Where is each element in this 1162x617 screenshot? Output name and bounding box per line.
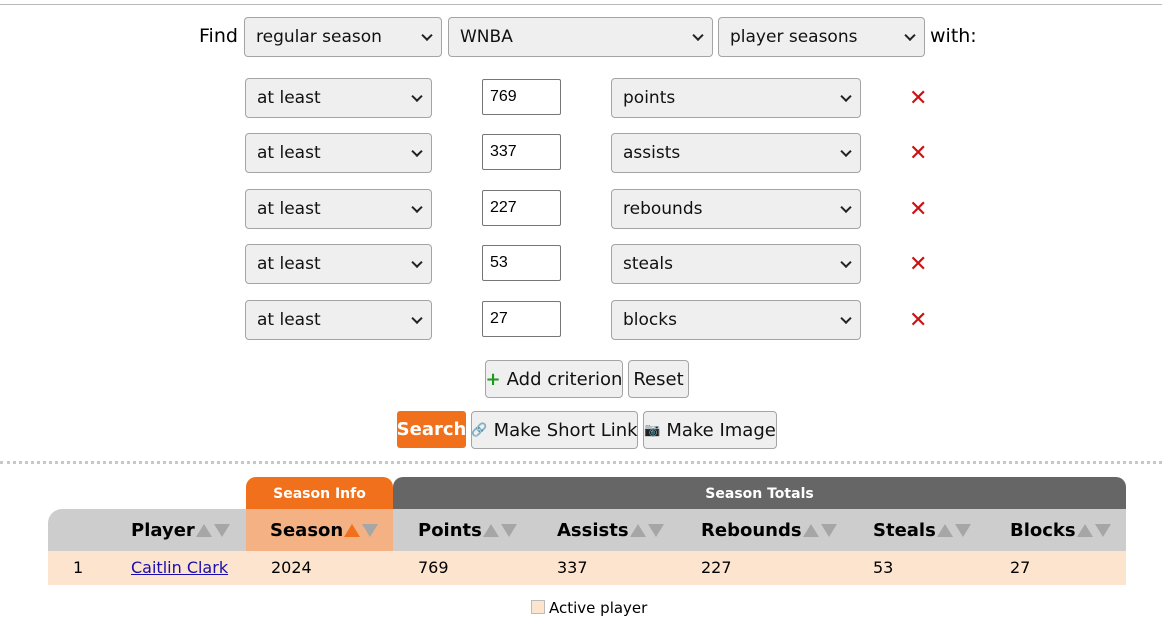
link-icon: 🔗	[471, 422, 488, 438]
comparison-value: at least	[257, 143, 321, 163]
comparison-select[interactable]: at least	[245, 244, 432, 284]
stat-select[interactable]: rebounds	[611, 189, 861, 229]
column-header-player[interactable]: Player	[131, 520, 230, 541]
column-header-steals[interactable]: Steals	[873, 520, 971, 541]
chevron-down-icon	[411, 201, 423, 214]
row-rank: 1	[73, 558, 84, 577]
row-points: 769	[418, 558, 449, 577]
make-image-button[interactable]: 📷 Make Image	[643, 411, 777, 449]
column-header-label: Points	[418, 520, 482, 541]
column-header-label: Player	[131, 520, 195, 541]
mode-value: player seasons	[730, 27, 858, 47]
season-totals-group-header: Season Totals	[393, 477, 1126, 510]
sort-icon[interactable]	[802, 524, 837, 537]
column-header-rebounds[interactable]: Rebounds	[701, 520, 837, 541]
criterion-value-input[interactable]: 227	[482, 190, 561, 226]
top-divider	[0, 4, 1162, 5]
comparison-value: at least	[257, 199, 321, 219]
remove-criterion-icon[interactable]: ✕	[909, 310, 927, 332]
stat-value: rebounds	[623, 199, 703, 219]
plus-icon: +	[485, 368, 501, 390]
season-type-value: regular season	[256, 27, 382, 47]
row-rebounds: 227	[701, 558, 732, 577]
active-player-swatch	[531, 600, 545, 614]
chevron-down-icon	[840, 256, 852, 269]
comparison-value: at least	[257, 88, 321, 108]
sort-icon[interactable]	[195, 524, 230, 537]
column-header-label: Steals	[873, 520, 936, 541]
column-header-label: Season	[270, 520, 344, 541]
league-value: WNBA	[460, 27, 513, 47]
chevron-down-icon	[411, 256, 423, 269]
chevron-down-icon	[840, 312, 852, 325]
chevron-down-icon	[421, 29, 433, 42]
stat-value: points	[623, 88, 676, 108]
with-label: with:	[930, 25, 977, 47]
stat-select[interactable]: steals	[611, 244, 861, 284]
find-label: Find	[199, 25, 238, 47]
comparison-select[interactable]: at least	[245, 300, 432, 340]
stat-value: blocks	[623, 310, 677, 330]
remove-criterion-icon[interactable]: ✕	[909, 199, 927, 221]
row-player-cell: Caitlin Clark	[131, 558, 228, 577]
column-header-label: Blocks	[1010, 520, 1076, 541]
column-header-assists[interactable]: Assists	[557, 520, 664, 541]
season-type-select[interactable]: regular season	[244, 17, 442, 57]
search-button[interactable]: Search	[397, 411, 466, 448]
column-header-points[interactable]: Points	[418, 520, 517, 541]
comparison-value: at least	[257, 254, 321, 274]
camera-icon: 📷	[644, 422, 661, 438]
criterion-value-input[interactable]: 27	[482, 301, 561, 337]
sort-ascending-icon[interactable]	[344, 524, 379, 537]
stat-select[interactable]: points	[611, 78, 861, 118]
comparison-value: at least	[257, 310, 321, 330]
row-blocks: 27	[1010, 558, 1031, 577]
mode-select[interactable]: player seasons	[718, 17, 925, 57]
chevron-down-icon	[840, 201, 852, 214]
column-header-label: Assists	[557, 520, 629, 541]
chevron-down-icon	[904, 29, 916, 42]
remove-criterion-icon[interactable]: ✕	[909, 254, 927, 276]
criterion-value-input[interactable]: 337	[482, 134, 561, 170]
stat-select[interactable]: blocks	[611, 300, 861, 340]
stat-select[interactable]: assists	[611, 133, 861, 173]
stat-value: assists	[623, 143, 681, 163]
comparison-select[interactable]: at least	[245, 78, 432, 118]
chevron-down-icon	[692, 29, 704, 42]
sort-icon[interactable]	[629, 524, 664, 537]
league-select[interactable]: WNBA	[448, 17, 713, 57]
make-short-link-button[interactable]: 🔗 Make Short Link	[471, 411, 638, 449]
reset-button[interactable]: Reset	[628, 360, 689, 398]
section-divider	[0, 461, 1162, 464]
make-image-label: Make Image	[666, 419, 776, 441]
add-criterion-button[interactable]: + Add criterion	[485, 360, 623, 398]
add-criterion-label: Add criterion	[506, 368, 623, 390]
comparison-select[interactable]: at least	[245, 189, 432, 229]
make-short-link-label: Make Short Link	[493, 419, 638, 441]
column-header-season[interactable]: Season	[270, 520, 379, 541]
chevron-down-icon	[840, 90, 852, 103]
stat-value: steals	[623, 254, 673, 274]
row-season: 2024	[271, 558, 312, 577]
column-header-blocks[interactable]: Blocks	[1010, 520, 1111, 541]
active-player-legend: Active player	[549, 599, 648, 617]
player-link[interactable]: Caitlin Clark	[131, 558, 228, 577]
comparison-select[interactable]: at least	[245, 133, 432, 173]
chevron-down-icon	[411, 145, 423, 158]
chevron-down-icon	[411, 90, 423, 103]
sort-icon[interactable]	[936, 524, 971, 537]
sort-icon[interactable]	[1076, 524, 1111, 537]
criterion-value-input[interactable]: 769	[482, 79, 561, 115]
chevron-down-icon	[840, 145, 852, 158]
column-header-label: Rebounds	[701, 520, 802, 541]
criterion-value-input[interactable]: 53	[482, 245, 561, 281]
row-assists: 337	[557, 558, 588, 577]
remove-criterion-icon[interactable]: ✕	[909, 143, 927, 165]
row-steals: 53	[873, 558, 894, 577]
sort-icon[interactable]	[482, 524, 517, 537]
remove-criterion-icon[interactable]: ✕	[909, 88, 927, 110]
chevron-down-icon	[411, 312, 423, 325]
season-info-group-header: Season Info	[246, 477, 393, 510]
